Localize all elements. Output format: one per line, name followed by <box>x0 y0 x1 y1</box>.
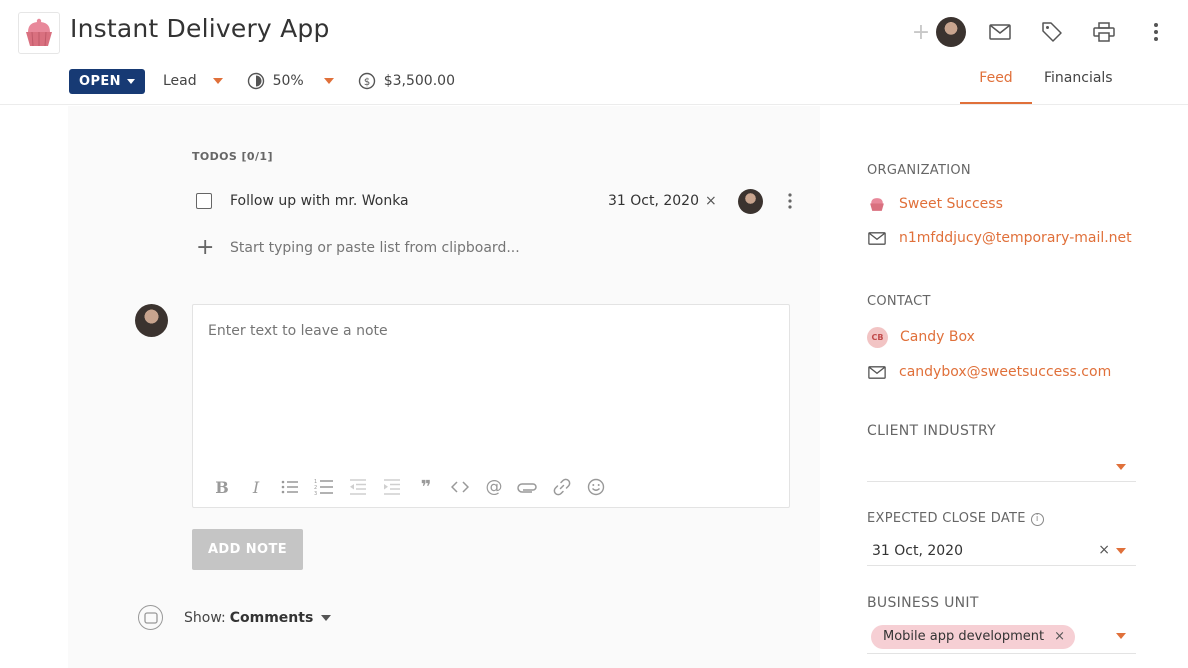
assignee-avatar[interactable] <box>738 188 763 214</box>
organization-email-link[interactable]: n1mfddjucy@temporary-mail.net <box>899 230 1132 246</box>
outdent-icon[interactable] <box>341 475 375 499</box>
user-avatar[interactable] <box>936 17 966 47</box>
organization-row: Sweet Success <box>867 192 1003 216</box>
pie-progress-icon <box>247 72 264 90</box>
remove-chip-icon[interactable]: × <box>1054 629 1065 644</box>
indent-icon[interactable] <box>375 475 409 499</box>
attachment-icon[interactable] <box>511 475 545 499</box>
chevron-down-icon <box>212 78 223 84</box>
quote-icon[interactable]: ❞ <box>409 475 443 499</box>
bullet-list-icon[interactable] <box>273 475 307 499</box>
tab-feed[interactable]: Feed <box>960 70 1032 104</box>
clear-icon[interactable]: × <box>1098 542 1110 558</box>
contact-row: CB Candy Box <box>867 325 975 349</box>
deal-amount[interactable]: $ $3,500.00 <box>358 72 455 90</box>
feed-filter: Show: Comments <box>138 605 332 630</box>
chevron-down-icon[interactable] <box>321 614 332 621</box>
mention-icon[interactable]: @ <box>477 475 511 499</box>
organization-link[interactable]: Sweet Success <box>899 196 1003 212</box>
todo-text[interactable]: Follow up with mr. Wonka <box>230 193 409 209</box>
link-icon[interactable] <box>545 475 579 499</box>
envelope-icon <box>867 228 887 248</box>
envelope-icon <box>867 362 887 382</box>
kebab-menu-icon[interactable] <box>1138 14 1174 50</box>
tag-icon[interactable] <box>1034 14 1070 50</box>
expected-close-date-label: EXPECTED CLOSE DATE <box>867 511 1026 526</box>
svg-text:3: 3 <box>314 491 317 496</box>
filter-value[interactable]: Comments <box>230 610 314 626</box>
page-title: Instant Delivery App <box>70 14 330 43</box>
tab-financials[interactable]: Financials <box>1044 70 1113 104</box>
deal-meta-row: OPEN Lead 50% $ $3,500.00 <box>69 68 455 94</box>
bold-icon[interactable]: B <box>205 475 239 499</box>
dollar-circle-icon: $ <box>358 72 375 90</box>
printer-icon[interactable] <box>1086 14 1122 50</box>
chevron-down-icon <box>1116 633 1126 639</box>
add-todo-row: + <box>196 236 650 260</box>
expected-close-date-value: 31 Oct, 2020 <box>872 542 963 559</box>
business-unit-chip: Mobile app development × <box>871 624 1076 649</box>
organization-heading: ORGANIZATION <box>867 163 971 178</box>
plus-icon[interactable]: + <box>910 14 932 50</box>
expected-close-date-field[interactable]: 31 Oct, 2020 × <box>867 536 1136 566</box>
clear-date-icon[interactable]: × <box>705 193 717 209</box>
todo-due-date[interactable]: 31 Oct, 2020 × <box>608 193 717 209</box>
note-editor: B I 123 ❞ @ <box>192 304 790 508</box>
contact-initials-avatar: CB <box>867 326 888 348</box>
probability-label: 50% <box>272 73 304 89</box>
organization-email-row: n1mfddjucy@temporary-mail.net <box>867 226 1132 250</box>
emoji-icon[interactable] <box>579 475 613 499</box>
status-label: OPEN <box>79 73 121 89</box>
business-unit-chip-label: Mobile app development <box>883 629 1045 644</box>
contact-email-row: candybox@sweetsuccess.com <box>867 360 1111 384</box>
header-actions: + <box>910 14 1174 50</box>
kebab-menu-icon[interactable] <box>782 189 798 213</box>
client-industry-heading: CLIENT INDUSTRY <box>867 423 996 439</box>
numbered-list-icon[interactable]: 123 <box>307 475 341 499</box>
todo-date-label: 31 Oct, 2020 <box>608 193 699 209</box>
italic-icon[interactable]: I <box>239 475 273 499</box>
todos-heading: TODOS [0/1] <box>192 150 273 163</box>
business-unit-heading: BUSINESS UNIT <box>867 595 979 611</box>
tab-bar: Feed Financials <box>960 70 1113 104</box>
chevron-down-icon <box>126 78 135 84</box>
add-note-button[interactable]: ADD NOTE <box>192 529 303 570</box>
cupcake-logo-icon <box>18 12 60 54</box>
client-industry-select[interactable] <box>867 452 1136 482</box>
contact-link[interactable]: Candy Box <box>900 329 975 345</box>
contact-heading: CONTACT <box>867 294 931 309</box>
formatting-toolbar: B I 123 ❞ @ <box>205 475 613 499</box>
todo-item: Follow up with mr. Wonka 31 Oct, 2020 × <box>196 186 800 216</box>
chevron-down-icon <box>1116 548 1126 554</box>
chevron-down-icon <box>1116 464 1126 470</box>
todo-checkbox[interactable] <box>196 193 212 209</box>
chevron-down-icon <box>323 78 334 84</box>
envelope-icon[interactable] <box>982 14 1018 50</box>
contact-email-link[interactable]: candybox@sweetsuccess.com <box>899 364 1111 380</box>
expected-close-date-heading: EXPECTED CLOSE DATE i <box>867 511 1044 526</box>
code-icon[interactable] <box>443 475 477 499</box>
deal-header: Instant Delivery App OPEN Lead 50% $ $3,… <box>0 0 1188 105</box>
cupcake-icon <box>867 194 887 214</box>
stage-label: Lead <box>162 73 197 89</box>
add-todo-input[interactable] <box>230 240 650 256</box>
stage-dropdown[interactable]: Lead <box>163 73 223 89</box>
filter-label: Show: <box>184 609 226 626</box>
amount-label: $3,500.00 <box>383 73 455 89</box>
plus-icon[interactable]: + <box>196 237 214 259</box>
svg-text:$: $ <box>364 77 370 88</box>
probability-dropdown[interactable]: 50% <box>247 72 334 90</box>
comment-icon <box>138 605 163 630</box>
status-dropdown[interactable]: OPEN <box>69 68 145 94</box>
business-unit-select[interactable]: Mobile app development × <box>867 620 1136 654</box>
note-input[interactable] <box>208 323 768 453</box>
info-icon[interactable]: i <box>1030 513 1044 526</box>
current-user-avatar <box>135 304 168 337</box>
